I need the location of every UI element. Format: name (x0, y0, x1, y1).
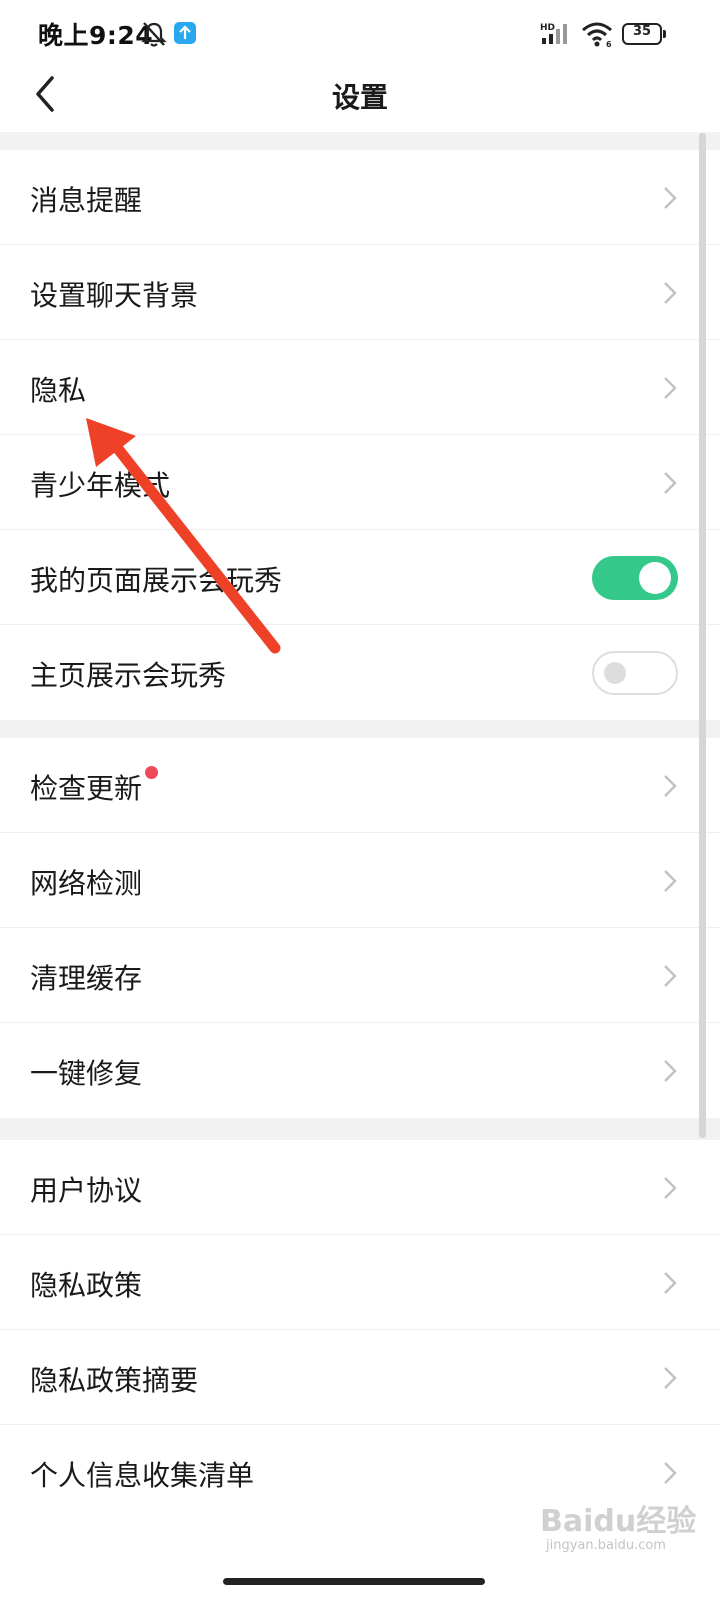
toggle-knob (604, 662, 626, 684)
home-indicator[interactable] (223, 1578, 485, 1585)
toggle-knob (639, 562, 671, 594)
chevron-right-icon (664, 1177, 677, 1199)
chevron-right-icon (664, 870, 677, 892)
chevron-right-icon (664, 1462, 677, 1484)
setting-row-network-check[interactable]: 网络检测 (0, 833, 720, 928)
watermark: Baidu经验 jingyan.baidu.com (540, 1490, 720, 1570)
settings-group-legal: 用户协议 隐私政策 隐私政策摘要 个人信息收集清单 (0, 1140, 720, 1520)
setting-row-one-click-repair[interactable]: 一键修复 (0, 1023, 720, 1118)
row-label: 个人信息收集清单 (30, 1459, 255, 1492)
chevron-right-icon (664, 775, 677, 797)
nav-bar: 设置 (0, 70, 720, 132)
battery-icon: 35 (622, 23, 666, 45)
svg-text:6: 6 (606, 40, 612, 48)
row-label: 检查更新 (30, 772, 143, 805)
setting-row-chat-background[interactable]: 设置聊天背景 (0, 245, 720, 340)
row-label: 主页展示会玩秀 (30, 659, 227, 692)
row-label: 我的页面展示会玩秀 (30, 564, 283, 597)
row-label: 隐私政策摘要 (30, 1364, 199, 1397)
setting-row-clear-cache[interactable]: 清理缓存 (0, 928, 720, 1023)
setting-row-my-page-show: 我的页面展示会玩秀 (0, 530, 720, 625)
wifi-icon: 6 (582, 22, 612, 48)
app-notification-icon (174, 22, 196, 44)
toggle-my-page-show[interactable] (592, 556, 678, 600)
update-badge-dot (145, 766, 158, 779)
chevron-right-icon (664, 965, 677, 987)
page-title: 设置 (331, 81, 388, 114)
setting-row-user-agreement[interactable]: 用户协议 (0, 1140, 720, 1235)
chevron-right-icon (664, 472, 677, 494)
chevron-right-icon (664, 1272, 677, 1294)
row-label: 消息提醒 (30, 184, 143, 217)
setting-row-privacy-policy[interactable]: 隐私政策 (0, 1235, 720, 1330)
watermark-logo-text: Baidu经验 (540, 1504, 697, 1539)
setting-row-message-alert[interactable]: 消息提醒 (0, 150, 720, 245)
chevron-right-icon (664, 1060, 677, 1082)
setting-row-teen-mode[interactable]: 青少年模式 (0, 435, 720, 530)
bell-muted-icon (141, 22, 167, 47)
setting-row-privacy[interactable]: 隐私 (0, 340, 720, 435)
setting-row-privacy-summary[interactable]: 隐私政策摘要 (0, 1330, 720, 1425)
status-time: 晚上9:24 (38, 21, 154, 50)
row-label: 一键修复 (30, 1057, 143, 1090)
row-label: 隐私 (30, 374, 87, 407)
setting-row-check-update[interactable]: 检查更新 (0, 738, 720, 833)
setting-row-homepage-show: 主页展示会玩秀 (0, 625, 720, 720)
chevron-right-icon (664, 377, 677, 399)
settings-group-general: 消息提醒 设置聊天背景 隐私 青少年模式 我的页面展示会玩秀 主页展示会玩秀 (0, 150, 720, 720)
scroll-indicator (699, 133, 706, 1138)
row-label: 设置聊天背景 (30, 279, 199, 312)
watermark-url: jingyan.baidu.com (546, 1538, 666, 1553)
settings-group-maintenance: 检查更新 网络检测 清理缓存 一键修复 (0, 738, 720, 1118)
battery-level: 35 (632, 24, 652, 39)
row-label: 用户协议 (30, 1174, 143, 1207)
chevron-right-icon (664, 282, 677, 304)
section-divider (0, 720, 720, 738)
status-bar: 晚上9:24 HD 6 35 (0, 0, 720, 70)
row-label: 隐私政策 (30, 1269, 143, 1302)
svg-text:HD: HD (540, 23, 555, 33)
section-divider (0, 1118, 720, 1140)
section-divider (0, 132, 720, 150)
chevron-right-icon (664, 187, 677, 209)
row-label: 清理缓存 (30, 962, 143, 995)
row-label: 网络检测 (30, 867, 143, 900)
toggle-homepage-show[interactable] (592, 651, 678, 695)
signal-hd-icon: HD (540, 23, 567, 44)
row-label: 青少年模式 (30, 469, 171, 502)
chevron-right-icon (664, 1367, 677, 1389)
